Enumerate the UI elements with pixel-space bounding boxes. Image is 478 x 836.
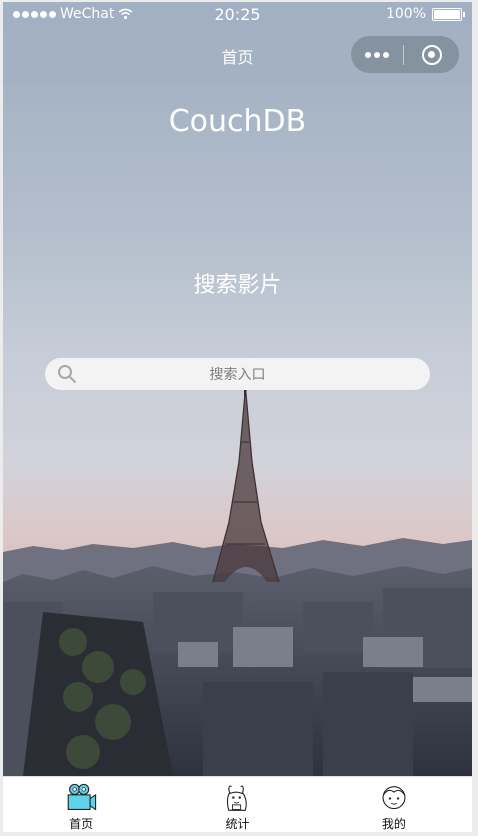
profile-icon xyxy=(382,786,406,810)
tab-profile-label: 我的 xyxy=(381,817,406,831)
tab-home-label: 首页 xyxy=(69,817,94,831)
tab-stats[interactable]: 统计 xyxy=(159,777,315,832)
hero-background: CouchDB 搜索影片 搜索入口 xyxy=(3,82,472,776)
close-button[interactable] xyxy=(404,36,459,73)
camera-icon xyxy=(67,783,97,811)
tab-profile[interactable]: 我的 xyxy=(316,777,472,832)
more-button[interactable] xyxy=(351,36,403,73)
tab-home[interactable]: 首页 xyxy=(3,777,159,832)
close-ring-icon xyxy=(421,44,442,65)
tab-stats-label: 统计 xyxy=(225,817,250,831)
paris-skyline-image xyxy=(3,382,472,776)
search-section-title: 搜索影片 xyxy=(193,273,282,298)
status-right: 100% xyxy=(385,6,465,22)
search-input[interactable]: 搜索入口 xyxy=(45,358,430,390)
phone-frame: WeChat 20:25 100% 首页 CouchDB 搜索影片 搜索入口 首… xyxy=(3,2,472,832)
search-icon xyxy=(58,365,76,383)
navigation-bar: 首页 xyxy=(3,28,472,82)
battery-percent: 100% xyxy=(385,6,426,22)
stats-icon xyxy=(227,785,248,811)
menu-capsule xyxy=(351,36,459,73)
status-bar: WeChat 20:25 100% xyxy=(3,2,472,28)
app-title: CouchDB xyxy=(168,104,307,139)
tab-bar: 首页 统计 我的 xyxy=(3,776,472,832)
battery-icon xyxy=(432,7,465,21)
search-placeholder: 搜索入口 xyxy=(209,367,266,383)
